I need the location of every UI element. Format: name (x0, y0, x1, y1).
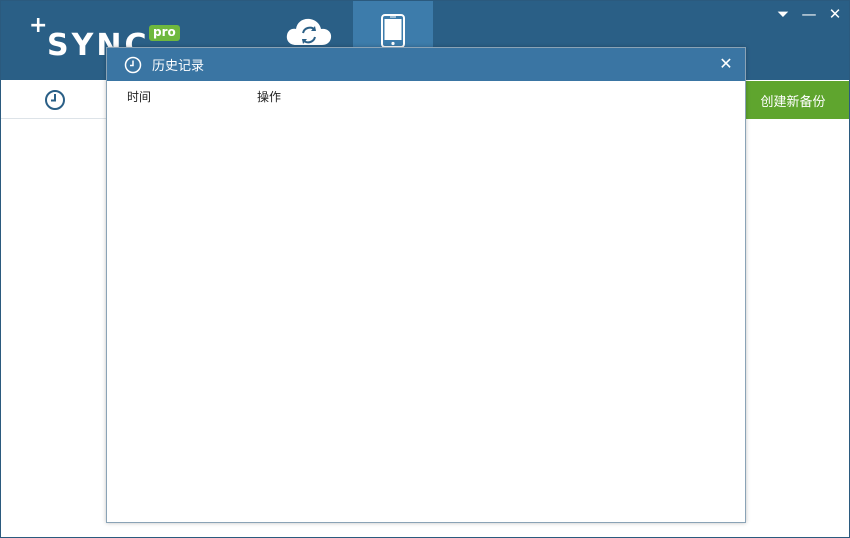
logo-plus: + (29, 13, 48, 38)
app-window: + SYNC pro ⏷ — ✕ 创建新备份 历史记录 ✕ 时间 操作 (0, 0, 850, 538)
dialog-title: 历史记录 (152, 59, 205, 74)
history-dialog: 历史记录 ✕ 时间 操作 (106, 47, 746, 523)
column-header-action: 操作 (257, 90, 282, 104)
dialog-close-button[interactable]: ✕ (717, 55, 735, 73)
window-controls: ⏷ — ✕ (773, 5, 845, 23)
dialog-titlebar[interactable]: 历史记录 ✕ (107, 48, 745, 81)
history-list[interactable] (107, 109, 745, 522)
minimize-button[interactable]: — (799, 5, 819, 23)
menu-dropdown-icon[interactable]: ⏷ (773, 5, 793, 23)
create-backup-button[interactable]: 创建新备份 (737, 81, 849, 119)
cloud-sync-icon (286, 18, 332, 45)
clock-icon (124, 56, 142, 73)
create-backup-label: 创建新备份 (760, 94, 826, 110)
clock-icon (45, 90, 65, 110)
close-window-button[interactable]: ✕ (825, 5, 845, 23)
phone-icon (381, 14, 405, 48)
history-table-header: 时间 操作 (107, 81, 745, 109)
history-button[interactable] (43, 88, 67, 112)
logo-pro-badge: pro (149, 25, 180, 41)
column-header-time: 时间 (127, 90, 152, 104)
